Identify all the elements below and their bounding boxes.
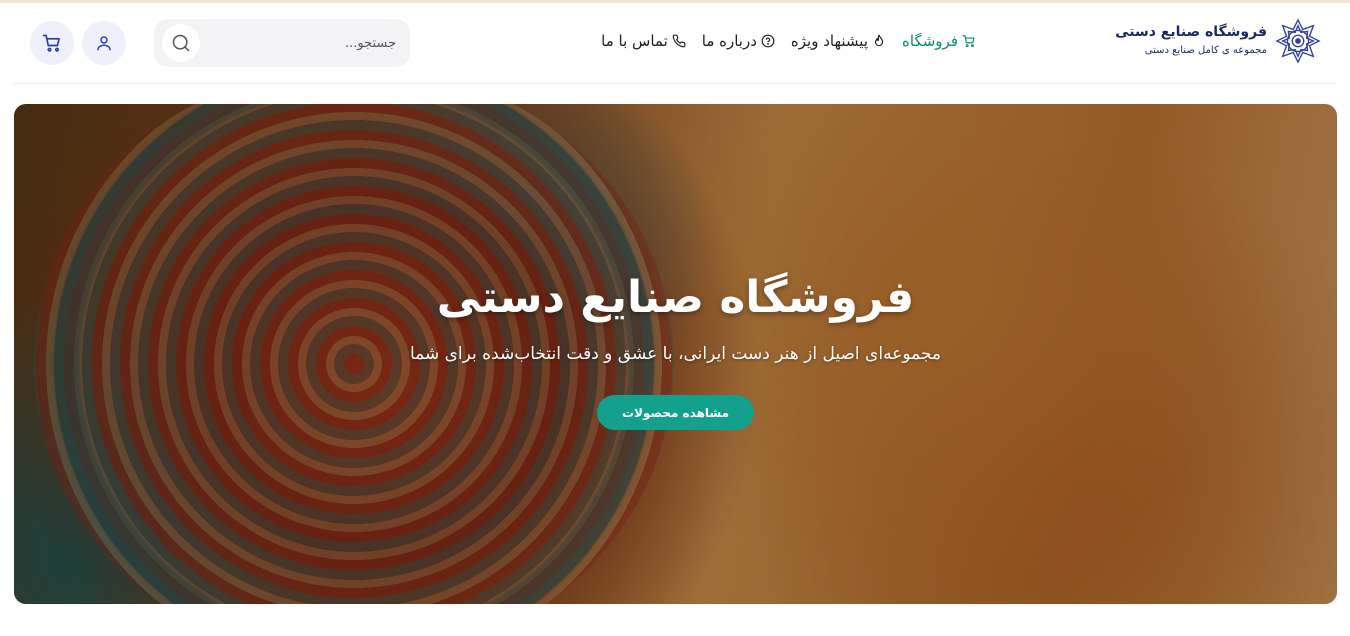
nav-item-about[interactable]: درباره ما bbox=[702, 32, 775, 50]
nav-item-label: پیشنهاد ویژه bbox=[790, 32, 869, 50]
brand[interactable]: فروشگاه صنایع دستی مجموعه ی کامل صنایع د… bbox=[1115, 18, 1321, 64]
user-icon bbox=[97, 36, 111, 51]
nav-item-contact[interactable]: تماس با ما bbox=[601, 32, 686, 50]
cart-button[interactable] bbox=[30, 21, 74, 65]
brand-subtitle: مجموعه ی کامل صنایع دستی bbox=[1144, 45, 1267, 56]
nav-item-special-offer[interactable]: پیشنهاد ویژه bbox=[791, 32, 886, 50]
help-circle-icon bbox=[761, 34, 775, 48]
hero-title: فروشگاه صنایع دستی bbox=[436, 272, 915, 323]
hero-banner: فروشگاه صنایع دستی مجموعه‌ای اصیل از هنر… bbox=[14, 104, 1337, 604]
search-button[interactable] bbox=[162, 24, 200, 62]
cart-icon bbox=[42, 34, 60, 52]
search-bar bbox=[154, 19, 410, 67]
nav-item-shop[interactable]: فروشگاه bbox=[902, 32, 976, 50]
nav-item-label: درباره ما bbox=[701, 32, 757, 50]
view-products-button[interactable]: مشاهده محصولات bbox=[597, 395, 754, 430]
phone-icon bbox=[672, 34, 686, 48]
cart-icon bbox=[962, 35, 975, 48]
main-nav: فروشگاه پیشنهاد ویژه درباره ما تماس با م… bbox=[601, 32, 976, 50]
brand-title: فروشگاه صنایع دستی bbox=[1115, 24, 1267, 40]
search-input[interactable] bbox=[210, 19, 410, 67]
user-account-button[interactable] bbox=[82, 21, 126, 65]
nav-item-label: فروشگاه bbox=[902, 32, 958, 50]
site-header: فروشگاه صنایع دستی مجموعه ی کامل صنایع د… bbox=[14, 3, 1337, 84]
hero-subtitle: مجموعه‌ای اصیل از هنر دست ایرانی، با عشق… bbox=[409, 344, 942, 364]
hero-content: فروشگاه صنایع دستی مجموعه‌ای اصیل از هنر… bbox=[14, 104, 1337, 604]
search-icon bbox=[172, 34, 190, 52]
mandala-logo-icon bbox=[1275, 18, 1321, 64]
nav-item-label: تماس با ما bbox=[601, 32, 668, 50]
fire-icon bbox=[874, 34, 884, 47]
brand-text: فروشگاه صنایع دستی مجموعه ی کامل صنایع د… bbox=[1115, 22, 1267, 60]
